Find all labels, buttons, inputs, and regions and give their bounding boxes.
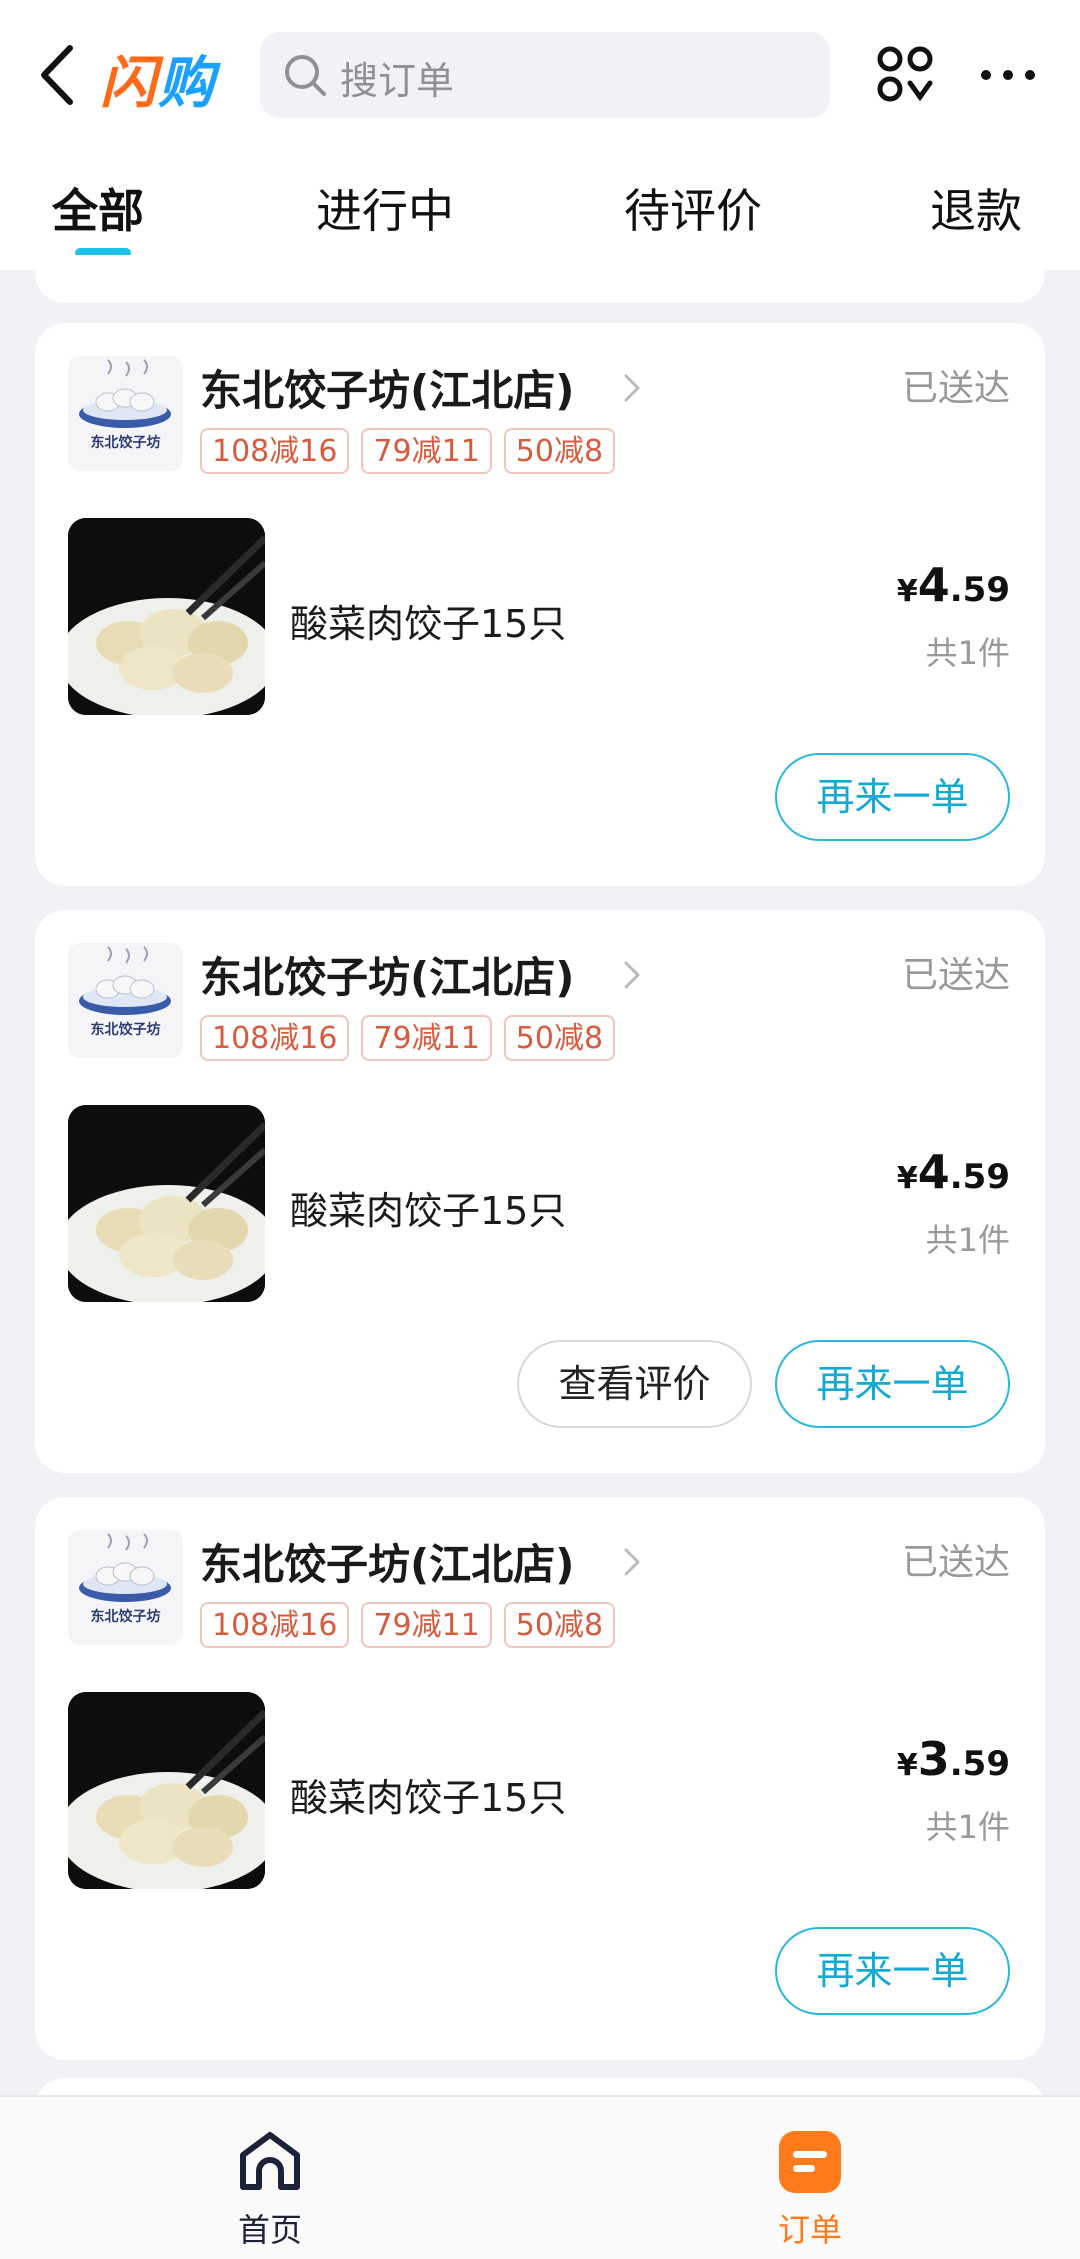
order-status: 已送达 bbox=[901, 1542, 1010, 1583]
back-arrow-icon[interactable] bbox=[30, 40, 90, 110]
dumpling-logo-icon bbox=[79, 359, 171, 428]
view-review-button[interactable]: 查看评价 bbox=[517, 1340, 752, 1428]
discount-tag: 79减11 bbox=[361, 1602, 492, 1648]
dumpling-photo bbox=[68, 518, 265, 715]
order-card: 东北饺子坊 东北饺子坊(江北店) 已送达 108减16 79减11 50减8 酸菜肉饺子15… bbox=[35, 1497, 1045, 2060]
discount-tags: 108减16 79减11 50减8 bbox=[200, 428, 616, 474]
shop-name[interactable]: 东北饺子坊(江北店) bbox=[200, 944, 574, 1005]
price-decimal: .59 bbox=[949, 1744, 1010, 1784]
price-currency: ¥ bbox=[896, 574, 918, 609]
item-name: 酸菜肉饺子15只 bbox=[290, 1776, 567, 1820]
search-placeholder: 搜订单 bbox=[340, 59, 455, 103]
item-price: ¥4.59 bbox=[897, 558, 1010, 612]
discount-tag: 50减8 bbox=[503, 1602, 616, 1648]
discount-tag: 108减16 bbox=[200, 428, 350, 474]
bottom-nav: 首页 订单 bbox=[0, 2095, 1080, 2259]
previous-order-card-edge bbox=[35, 255, 1045, 303]
food-image[interactable] bbox=[68, 1105, 265, 1302]
discount-tag: 79减11 bbox=[361, 428, 492, 474]
chevron-right-icon[interactable] bbox=[620, 371, 644, 405]
brand-logo: 闪购 bbox=[100, 51, 216, 116]
scan-icon[interactable] bbox=[876, 45, 936, 105]
reorder-button[interactable]: 再来一单 bbox=[775, 1927, 1010, 2015]
reorder-button[interactable]: 再来一单 bbox=[775, 1340, 1010, 1428]
shop-name[interactable]: 东北饺子坊(江北店) bbox=[200, 1531, 574, 1592]
discount-tag: 50减8 bbox=[503, 1015, 616, 1061]
discount-tag: 108减16 bbox=[200, 1015, 350, 1061]
nav-orders[interactable]: 订单 bbox=[710, 2097, 910, 2259]
shop-logo[interactable]: 东北饺子坊 bbox=[68, 943, 183, 1058]
shop-name[interactable]: 东北饺子坊(江北店) bbox=[200, 357, 574, 418]
tab-pending-review[interactable]: 待评价 bbox=[624, 175, 762, 241]
shop-logo-text: 东北饺子坊 bbox=[90, 1609, 161, 1625]
price-currency: ¥ bbox=[896, 1161, 918, 1196]
dumpling-photo bbox=[68, 1692, 265, 1889]
order-tabs: 全部 进行中 待评价 退款 bbox=[0, 160, 1080, 270]
item-price: ¥4.59 bbox=[897, 1145, 1010, 1199]
order-card: 东北饺子坊 东北饺子坊(江北店) 已送达 108减16 79减11 50减8 酸菜肉饺子15… bbox=[35, 910, 1045, 1473]
price-decimal: .59 bbox=[949, 1157, 1010, 1197]
shop-logo[interactable]: 东北饺子坊 bbox=[68, 1530, 183, 1645]
tab-refund[interactable]: 退款 bbox=[930, 175, 1022, 241]
discount-tags: 108减16 79减11 50减8 bbox=[200, 1602, 616, 1648]
discount-tag: 79减11 bbox=[361, 1015, 492, 1061]
price-integer: 3 bbox=[917, 1732, 950, 1786]
home-icon bbox=[240, 2132, 300, 2190]
discount-tag: 108减16 bbox=[200, 1602, 350, 1648]
price-integer: 4 bbox=[917, 1145, 950, 1199]
item-quantity: 共1件 bbox=[925, 1808, 1010, 1846]
shop-logo-text: 东北饺子坊 bbox=[90, 1022, 161, 1038]
order-status: 已送达 bbox=[901, 955, 1010, 996]
discount-tags: 108减16 79减11 50减8 bbox=[200, 1015, 616, 1061]
dumpling-logo-icon bbox=[79, 946, 171, 1015]
item-name: 酸菜肉饺子15只 bbox=[290, 602, 567, 646]
shop-logo-text: 东北饺子坊 bbox=[90, 435, 161, 451]
tab-in-progress[interactable]: 进行中 bbox=[316, 175, 454, 241]
dumpling-photo bbox=[68, 1105, 265, 1302]
tab-all[interactable]: 全部 bbox=[52, 175, 144, 241]
item-price: ¥3.59 bbox=[897, 1732, 1010, 1786]
nav-orders-label: 订单 bbox=[777, 2211, 842, 2249]
order-card: 东北饺子坊 东北饺子坊(江北店) 已送达 108减16 79减11 50减8 酸菜肉饺子15… bbox=[35, 323, 1045, 886]
nav-home[interactable]: 首页 bbox=[170, 2097, 370, 2259]
food-image[interactable] bbox=[68, 1692, 265, 1889]
discount-tag: 50减8 bbox=[503, 428, 616, 474]
item-name: 酸菜肉饺子15只 bbox=[290, 1189, 567, 1233]
chevron-right-icon[interactable] bbox=[620, 1545, 644, 1579]
shop-logo[interactable]: 东北饺子坊 bbox=[68, 356, 183, 471]
price-currency: ¥ bbox=[896, 1748, 918, 1783]
search-bar[interactable]: 搜订单 bbox=[260, 32, 830, 118]
reorder-button[interactable]: 再来一单 bbox=[775, 753, 1010, 841]
more-icon[interactable] bbox=[978, 60, 1038, 90]
top-bar: 闪购 搜订单 bbox=[0, 0, 1080, 160]
order-status: 已送达 bbox=[901, 368, 1010, 409]
dumpling-logo-icon bbox=[79, 1533, 171, 1602]
item-quantity: 共1件 bbox=[925, 634, 1010, 672]
nav-home-label: 首页 bbox=[237, 2211, 302, 2249]
search-icon bbox=[285, 55, 326, 96]
item-quantity: 共1件 bbox=[925, 1221, 1010, 1259]
food-image[interactable] bbox=[68, 518, 265, 715]
chevron-right-icon[interactable] bbox=[620, 958, 644, 992]
price-integer: 4 bbox=[917, 558, 950, 612]
order-icon bbox=[779, 2131, 841, 2193]
price-decimal: .59 bbox=[949, 570, 1010, 610]
